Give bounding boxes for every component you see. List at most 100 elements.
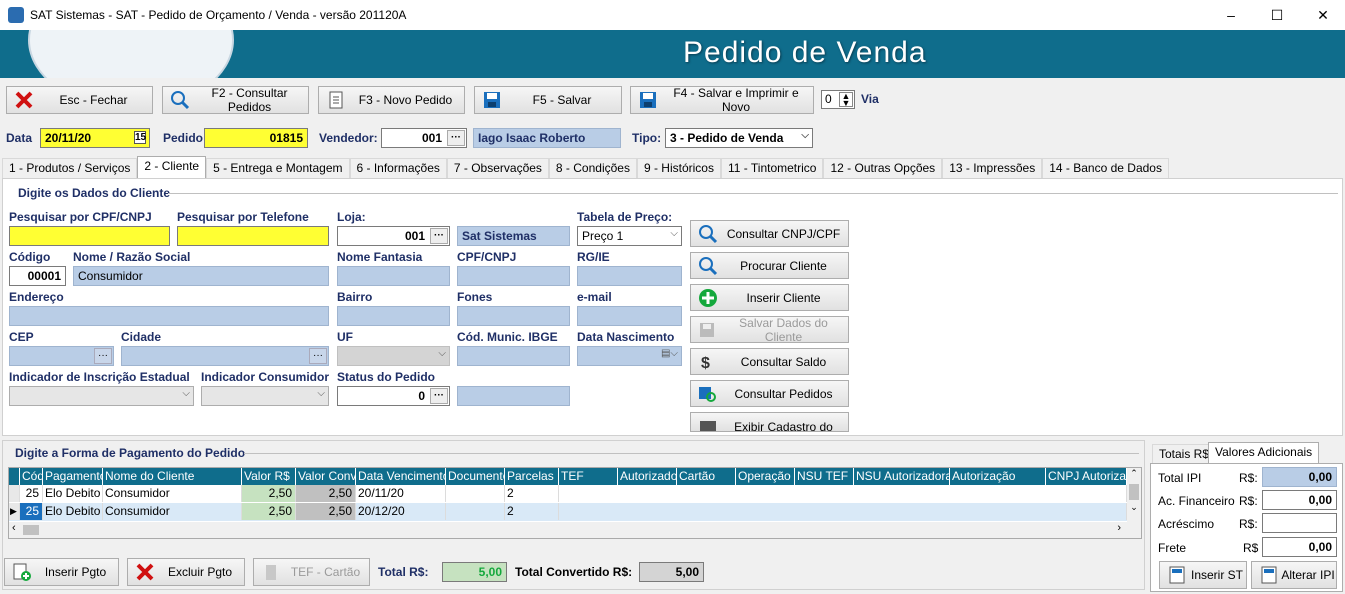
tab-cliente[interactable]: 2 - Cliente — [137, 156, 207, 178]
show-client-button[interactable]: Exibir Cadastro do Cliente — [690, 412, 849, 432]
col-pagamento[interactable]: Pagamento — [43, 468, 103, 485]
chevron-down-icon[interactable]: ⌄ — [1127, 502, 1141, 516]
codigo-field[interactable]: 00001 — [9, 266, 66, 286]
fantasia-field[interactable] — [337, 266, 450, 286]
table-row[interactable]: ▶ 25 Elo Debito Consumidor 2,50 2,50 20/… — [9, 503, 1127, 521]
tabela-label: Tabela de Preço: — [577, 210, 673, 224]
ibge-field[interactable] — [457, 346, 570, 366]
new-order-button[interactable]: F3 - Novo Pedido — [318, 86, 465, 114]
col-cod[interactable]: Cód — [20, 468, 43, 485]
insert-payment-button[interactable]: Inserir Pgto — [4, 558, 119, 586]
save-print-new-button[interactable]: F4 - Salvar e Imprimir e Novo — [630, 86, 814, 114]
find-client-button[interactable]: Procurar Cliente — [690, 252, 849, 279]
horizontal-scrollbar[interactable]: ‹ › — [9, 522, 1141, 538]
tab-outras-opcoes[interactable]: 12 - Outras Opções — [823, 158, 943, 178]
col-autorizador[interactable]: Autorizador — [618, 468, 677, 485]
calendar-dropdown-icon[interactable]: ▤⌵ — [661, 348, 678, 359]
status-field[interactable]: 0 ··· — [337, 386, 450, 406]
ac-financeiro-field[interactable]: 0,00 — [1262, 490, 1337, 510]
col-cartao[interactable]: Cartão — [677, 468, 736, 485]
spinner-arrows-icon[interactable]: ▲ ▼ — [839, 92, 853, 108]
ellipsis-button[interactable]: ··· — [430, 388, 448, 404]
insert-client-button[interactable]: Inserir Cliente — [690, 284, 849, 311]
col-parcelas[interactable]: Parcelas — [505, 468, 559, 485]
col-operacao[interactable]: Operação — [736, 468, 795, 485]
chevron-left-icon[interactable]: ‹ — [12, 522, 16, 534]
consult-balance-button[interactable]: $ Consultar Saldo — [690, 348, 849, 375]
consumer-indicator-select[interactable]: ⌵ — [201, 386, 329, 406]
fones-field[interactable] — [457, 306, 570, 326]
cpfcnpj-field[interactable] — [457, 266, 570, 286]
tab-banco-dados[interactable]: 14 - Banco de Dados — [1042, 158, 1169, 178]
save-button[interactable]: F5 - Salvar — [474, 86, 622, 114]
scroll-thumb[interactable] — [23, 525, 39, 535]
tabela-select[interactable]: Preço 1 ⌵ — [577, 226, 682, 246]
pedido-field[interactable]: 01815 — [204, 128, 308, 148]
nome-field[interactable]: Consumidor — [73, 266, 329, 286]
loja-code-field[interactable]: 001 ··· — [337, 226, 450, 246]
frete-field[interactable]: 0,00 — [1262, 537, 1337, 557]
ellipsis-button[interactable]: ··· — [309, 348, 327, 364]
calendar-icon[interactable]: 15 — [134, 131, 146, 144]
tef-card-button[interactable]: TEF - Cartão — [253, 558, 370, 586]
col-documento[interactable]: Documento — [446, 468, 505, 485]
tab-condicoes[interactable]: 8 - Condições — [548, 158, 637, 178]
uf-select[interactable]: ⌵ — [337, 346, 450, 366]
endereco-field[interactable] — [9, 306, 329, 326]
vias-spinner[interactable]: 0 ▲ ▼ — [821, 90, 855, 109]
tab-informacoes[interactable]: 6 - Informações — [349, 158, 447, 178]
consult-client-orders-button[interactable]: Consultar Pedidos — [690, 380, 849, 407]
phone-search-input[interactable] — [177, 226, 329, 246]
scroll-thumb[interactable] — [1129, 484, 1139, 500]
vendedor-code-field[interactable]: 001 ··· — [381, 128, 467, 148]
tab-produtos[interactable]: 1 - Produtos / Serviços — [2, 158, 138, 178]
alter-ipi-button[interactable]: Alterar IPI — [1251, 561, 1337, 589]
table-row[interactable]: 25 Elo Debito Consumidor 2,50 2,50 20/11… — [9, 485, 1127, 503]
ellipsis-button[interactable]: ··· — [430, 228, 448, 244]
tab-impressoes[interactable]: 13 - Impressões — [942, 158, 1043, 178]
col-nsu-autorizadora[interactable]: NSU Autorizadora — [854, 468, 950, 485]
col-nsu-tef[interactable]: NSU TEF — [795, 468, 854, 485]
cep-field[interactable]: ··· — [9, 346, 114, 366]
col-data-vencimento[interactable]: Data Vencimento — [356, 468, 446, 485]
close-button[interactable]: Esc - Fechar — [6, 86, 153, 114]
chevron-right-icon[interactable]: › — [1117, 522, 1121, 534]
vertical-scrollbar[interactable]: ⌃ ⌄ — [1127, 468, 1141, 522]
payment-grid[interactable]: Cód Pagamento Nome do Cliente Valor R$ V… — [8, 467, 1142, 539]
bairro-field[interactable] — [337, 306, 450, 326]
acrescimo-field[interactable] — [1262, 513, 1337, 533]
minimize-button[interactable]: – — [1208, 0, 1254, 30]
data-field[interactable]: 20/11/20 15 — [40, 128, 150, 148]
consult-orders-button[interactable]: F2 - Consultar Pedidos — [162, 86, 309, 114]
col-cnpj-autorizado[interactable]: CNPJ Autorizado — [1046, 468, 1127, 485]
cell-vencimento: 20/11/20 — [356, 485, 446, 502]
insert-st-button[interactable]: Inserir ST — [1159, 561, 1247, 589]
delete-payment-button[interactable]: Excluir Pgto — [127, 558, 245, 586]
chevron-up-icon[interactable]: ⌃ — [1127, 468, 1141, 482]
tab-entrega[interactable]: 5 - Entrega e Montagem — [206, 158, 350, 178]
ie-indicator-select[interactable]: ⌵ — [9, 386, 194, 406]
col-autorizacao[interactable]: Autorização — [950, 468, 1046, 485]
cpf-search-input[interactable] — [9, 226, 170, 246]
consult-cnpj-button[interactable]: Consultar CNPJ/CPF — [690, 220, 849, 247]
ellipsis-button[interactable]: ··· — [447, 130, 465, 146]
col-valor-conv[interactable]: Valor Conv — [296, 468, 356, 485]
col-valor[interactable]: Valor R$ — [242, 468, 296, 485]
tab-valores-adicionais[interactable]: Valores Adicionais — [1208, 442, 1320, 463]
nascimento-field[interactable]: ▤⌵ — [577, 346, 682, 366]
tab-historicos[interactable]: 9 - Históricos — [636, 158, 721, 178]
tipo-select[interactable]: 3 - Pedido de Venda ⌵ — [665, 128, 813, 148]
tab-tintometrico[interactable]: 11 - Tintometrico — [720, 158, 824, 178]
ellipsis-button[interactable]: ··· — [94, 348, 112, 364]
tab-observacoes[interactable]: 7 - Observações — [446, 158, 549, 178]
col-tef[interactable]: TEF — [559, 468, 618, 485]
rgie-field[interactable] — [577, 266, 682, 286]
tab-totais[interactable]: Totais R$ — [1152, 444, 1217, 463]
cell-nome: Consumidor — [103, 485, 242, 502]
close-window-button[interactable]: ✕ — [1300, 0, 1345, 30]
cidade-field[interactable]: ··· — [121, 346, 329, 366]
maximize-button[interactable]: ☐ — [1254, 0, 1300, 30]
email-field[interactable] — [577, 306, 682, 326]
save-client-button[interactable]: Salvar Dados do Cliente — [690, 316, 849, 344]
col-nome-cliente[interactable]: Nome do Cliente — [103, 468, 242, 485]
